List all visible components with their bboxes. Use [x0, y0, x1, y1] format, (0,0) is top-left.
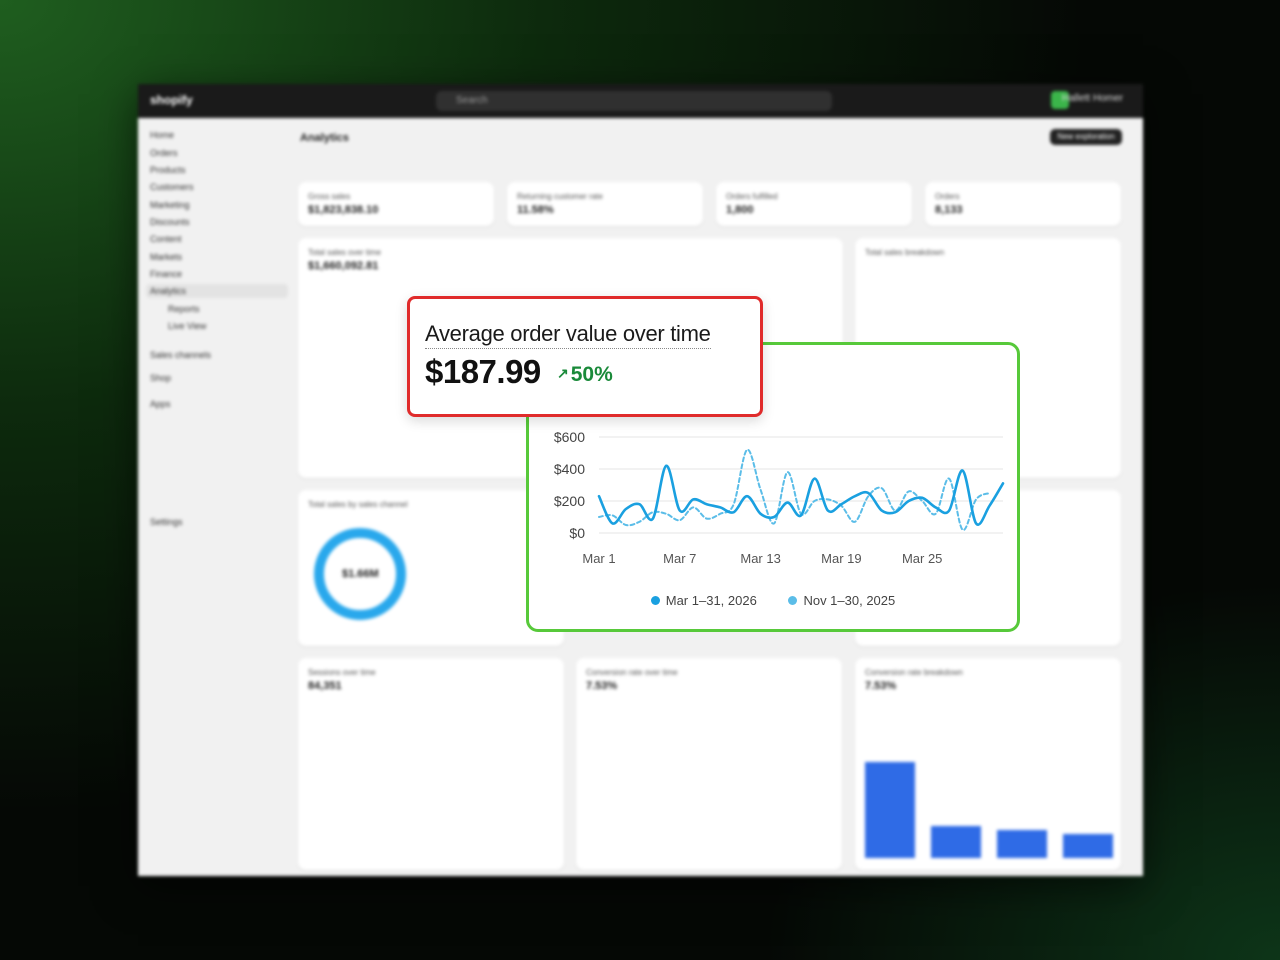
metric-title: Returning customer rate	[517, 192, 603, 201]
y-tick-label: $600	[554, 429, 585, 445]
funnel-bar	[1063, 834, 1113, 858]
sidebar-item-discounts[interactable]: Discounts	[150, 217, 190, 227]
trend-up-icon: ↗	[557, 365, 569, 381]
sidebar-item-orders[interactable]: Orders	[150, 148, 178, 158]
aov-title-card[interactable]: Average order value over time $187.99 ↗5…	[407, 296, 763, 417]
funnel-bar	[931, 826, 981, 858]
card-title: Conversion rate breakdown	[865, 668, 963, 677]
chart-title[interactable]: Average order value over time	[425, 321, 711, 349]
change-percent: 50%	[570, 363, 613, 386]
card-value: 7.53%	[865, 680, 897, 692]
card-title: Total sales breakdown	[865, 248, 945, 257]
donut-center-value: $1.66M	[342, 568, 379, 580]
sidebar-item-customers[interactable]: Customers	[150, 182, 194, 192]
metric-card[interactable]: Returning customer rate 11.58%	[507, 182, 703, 226]
y-tick-label: $400	[554, 461, 585, 477]
conversion-card[interactable]: Conversion rate over time 7.53%	[576, 658, 842, 870]
metric-value: 1,800	[726, 204, 754, 216]
user-name[interactable]: Hallett Homer	[1062, 93, 1123, 104]
new-exploration-button[interactable]: New exploration	[1050, 129, 1122, 145]
metric-title: Gross sales	[308, 192, 351, 201]
legend-label: Nov 1–30, 2025	[803, 593, 896, 608]
top-bar: shopify Search Hallett Homer	[138, 84, 1143, 118]
sidebar-apps[interactable]: Apps	[150, 399, 171, 409]
sidebar-item-shop[interactable]: Shop	[150, 373, 171, 383]
metric-value: 11.58%	[517, 204, 554, 216]
aov-value: $187.99	[425, 353, 541, 390]
sales-by-channel-card[interactable]: Total sales by sales channel $1.66M	[298, 490, 564, 646]
metric-title: Orders fulfilled	[726, 192, 778, 201]
sessions-card[interactable]: Sessions over time 84,351	[298, 658, 564, 870]
x-tick-label: Mar 13	[740, 551, 780, 566]
metric-card[interactable]: Orders 8,133	[925, 182, 1121, 226]
sidebar-item-analytics[interactable]: Analytics	[146, 284, 288, 298]
card-value: $1,660,092.81	[308, 260, 379, 272]
sidebar-item-markets[interactable]: Markets	[150, 252, 182, 262]
legend-dot-icon	[650, 596, 660, 606]
sidebar-item-marketing[interactable]: Marketing	[150, 200, 190, 210]
x-tick-label: Mar 7	[663, 551, 696, 566]
aov-change: ↗50%	[557, 363, 613, 387]
legend-item[interactable]: Mar 1–31, 2026	[650, 593, 757, 608]
metric-card[interactable]: Orders fulfilled 1,800	[716, 182, 912, 226]
sidebar-item-home[interactable]: Home	[150, 130, 174, 140]
sidebar-item-live-view[interactable]: Live View	[168, 321, 206, 331]
metric-title: Orders	[935, 192, 960, 201]
sidebar-item-reports[interactable]: Reports	[168, 304, 200, 314]
sidebar-item-products[interactable]: Products	[150, 165, 186, 175]
metric-value: 8,133	[935, 204, 963, 216]
shopify-logo: shopify	[150, 93, 193, 107]
search-input[interactable]: Search	[436, 91, 832, 111]
sidebar: Home Orders Products Customers Marketing…	[138, 118, 288, 876]
x-tick-label: Mar 19	[821, 551, 861, 566]
page-title: Analytics	[300, 132, 349, 144]
card-title: Total sales over time	[308, 248, 381, 257]
sidebar-item-content[interactable]: Content	[150, 234, 182, 244]
card-title: Total sales by sales channel	[308, 500, 408, 509]
legend-label: Mar 1–31, 2026	[665, 593, 757, 608]
legend-dot-icon	[788, 596, 798, 606]
x-tick-label: Mar 25	[902, 551, 942, 566]
series-line-comparison[interactable]	[598, 448, 991, 531]
card-value: 7.53%	[586, 680, 618, 692]
card-title: Conversion rate over time	[586, 668, 678, 677]
chart-legend: Mar 1–31, 2026 Nov 1–30, 2025	[529, 593, 1017, 608]
funnel-bar	[865, 762, 915, 858]
funnel-bar	[997, 830, 1047, 858]
y-tick-label: $0	[569, 525, 585, 541]
metric-card[interactable]: Gross sales $1,823,838.10	[298, 182, 494, 226]
metric-value: $1,823,838.10	[308, 204, 379, 216]
legend-item[interactable]: Nov 1–30, 2025	[788, 593, 895, 608]
sidebar-item-finance[interactable]: Finance	[150, 269, 182, 279]
y-tick-label: $200	[554, 493, 585, 509]
sidebar-item-settings[interactable]: Settings	[150, 517, 183, 527]
card-value: 84,351	[308, 680, 342, 692]
sidebar-sales-channels[interactable]: Sales channels	[150, 350, 211, 360]
card-title: Sessions over time	[308, 668, 376, 677]
x-tick-label: Mar 1	[582, 551, 615, 566]
conversion-breakdown-card[interactable]: Conversion rate breakdown 7.53%	[855, 658, 1121, 870]
